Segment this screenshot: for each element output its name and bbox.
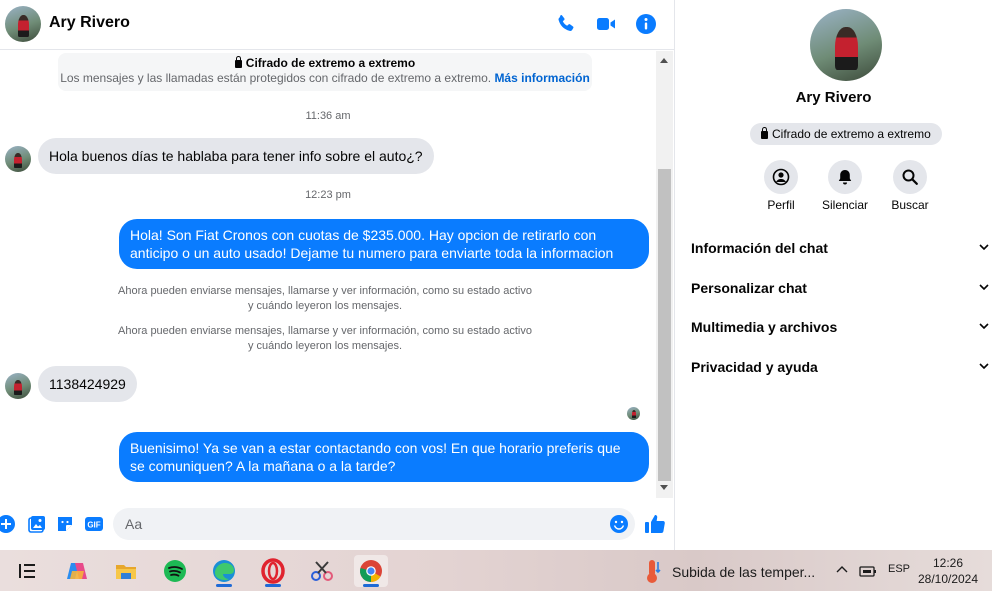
e2e-badge[interactable]: Cifrado de extremo a extremo: [750, 123, 942, 145]
clock-time[interactable]: 12:26: [916, 556, 980, 570]
user-circle-icon: [772, 168, 790, 186]
weather-text: Subida de las temper...: [672, 564, 816, 580]
mute-action[interactable]: Silenciar: [815, 160, 875, 212]
spotify-icon: [164, 560, 186, 582]
more-info-link[interactable]: Más información: [494, 71, 589, 85]
scroll-thumb[interactable]: [658, 169, 671, 481]
sticker-icon[interactable]: [55, 514, 75, 534]
profile-action[interactable]: Perfil: [751, 160, 811, 212]
copilot-icon: [67, 563, 87, 579]
incoming-message[interactable]: 1138424929: [38, 366, 137, 402]
contact-name[interactable]: Ary Rivero: [49, 14, 130, 32]
contact-avatar-small[interactable]: [5, 146, 31, 172]
scissors-icon: [311, 561, 333, 581]
video-camera-icon[interactable]: [594, 12, 618, 36]
outgoing-message[interactable]: Hola! Son Fiat Cronos con cuotas de $235…: [119, 219, 649, 269]
system-notice: Ahora pueden enviarse mensajes, llamarse…: [118, 325, 532, 352]
scroll-up-icon[interactable]: [660, 58, 668, 63]
profile-action-label: Perfil: [767, 198, 795, 212]
phone-icon[interactable]: [554, 12, 578, 36]
media-files-section[interactable]: Multimedia y archivos: [691, 317, 992, 357]
taskbar-spotify-button[interactable]: [158, 555, 192, 587]
folder-icon: [116, 565, 136, 579]
windows-taskbar: Subida de las temper... ESP 12:26 28/10/…: [0, 550, 992, 591]
message-input[interactable]: [113, 508, 635, 540]
seen-indicator-avatar: [627, 407, 640, 420]
chevron-up-icon[interactable]: [835, 563, 849, 577]
chevron-down-icon: [979, 284, 989, 291]
info-icon[interactable]: [634, 12, 658, 36]
taskbar-running-indicator: [216, 584, 232, 587]
plus-circle-icon[interactable]: [0, 514, 16, 534]
taskbar-weather-widget[interactable]: Subida de las temper...: [640, 556, 830, 586]
taskbar-file-explorer-button[interactable]: [109, 555, 143, 587]
chrome-icon: [360, 560, 382, 582]
chat-header: Ary Rivero: [0, 0, 674, 50]
gif-icon[interactable]: GIF: [84, 514, 104, 534]
incoming-message[interactable]: Hola buenos días te hablaba para tener i…: [38, 138, 434, 174]
message-list[interactable]: Cifrado de extremo a extremo Los mensaje…: [0, 51, 656, 498]
clock-date[interactable]: 28/10/2024: [916, 572, 980, 586]
timestamp: 11:36 am: [305, 110, 351, 122]
bell-icon: [838, 170, 852, 185]
svg-text:GIF: GIF: [87, 521, 100, 530]
timestamp: 12:23 pm: [305, 189, 351, 201]
language-indicator[interactable]: ESP: [888, 563, 910, 575]
profile-avatar[interactable]: [810, 9, 882, 81]
lock-icon: [761, 127, 768, 139]
network-icon[interactable]: [859, 562, 877, 578]
outgoing-message[interactable]: Buenisimo! Ya se van a estar contactando…: [119, 432, 649, 482]
widgets-icon: [19, 564, 35, 578]
mute-action-label: Silenciar: [821, 198, 869, 212]
privacy-help-section[interactable]: Privacidad y ayuda: [691, 357, 992, 397]
customize-chat-section[interactable]: Personalizar chat: [691, 278, 992, 318]
e2e-title: Cifrado de extremo a extremo: [245, 56, 416, 70]
e2e-description: Los mensajes y las llamadas están proteg…: [60, 71, 492, 85]
search-action[interactable]: Buscar: [880, 160, 940, 212]
scroll-down-icon[interactable]: [660, 485, 668, 490]
edge-icon: [213, 560, 235, 582]
chevron-down-icon: [979, 323, 989, 330]
taskbar-running-indicator: [265, 584, 281, 587]
e2e-notice: Cifrado de extremo a extremo Los mensaje…: [58, 53, 592, 91]
taskbar-running-indicator: [363, 584, 379, 587]
photo-icon[interactable]: [27, 514, 47, 534]
taskbar-opera-button[interactable]: [256, 555, 290, 587]
search-icon: [902, 169, 918, 185]
lock-icon: [234, 56, 242, 68]
thermometer-icon: [647, 560, 661, 583]
chat-pane: Ary Rivero Cifrado de extremo a extremo …: [0, 0, 674, 550]
taskbar-widgets-button[interactable]: [10, 555, 44, 587]
taskbar-snipping-tool-button[interactable]: [305, 555, 339, 587]
message-composer: GIF: [0, 500, 674, 550]
system-notice: Ahora pueden enviarse mensajes, llamarse…: [118, 285, 532, 312]
contact-avatar[interactable]: [5, 6, 41, 42]
taskbar-chrome-button[interactable]: [354, 555, 388, 587]
message-scrollbar[interactable]: [656, 51, 673, 498]
chevron-down-icon: [979, 244, 989, 251]
emoji-icon[interactable]: [609, 514, 629, 534]
chevron-down-icon: [979, 363, 989, 370]
conversation-info-panel: Ary Rivero Cifrado de extremo a extremo …: [674, 0, 992, 550]
contact-avatar-small[interactable]: [5, 373, 31, 399]
thumbs-up-icon[interactable]: [644, 513, 666, 535]
chat-info-section[interactable]: Información del chat: [691, 238, 992, 278]
search-action-label: Buscar: [891, 198, 929, 212]
taskbar-copilot-button[interactable]: [60, 555, 94, 587]
opera-icon: [261, 558, 285, 584]
profile-name: Ary Rivero: [795, 89, 872, 106]
taskbar-edge-button[interactable]: [207, 555, 241, 587]
